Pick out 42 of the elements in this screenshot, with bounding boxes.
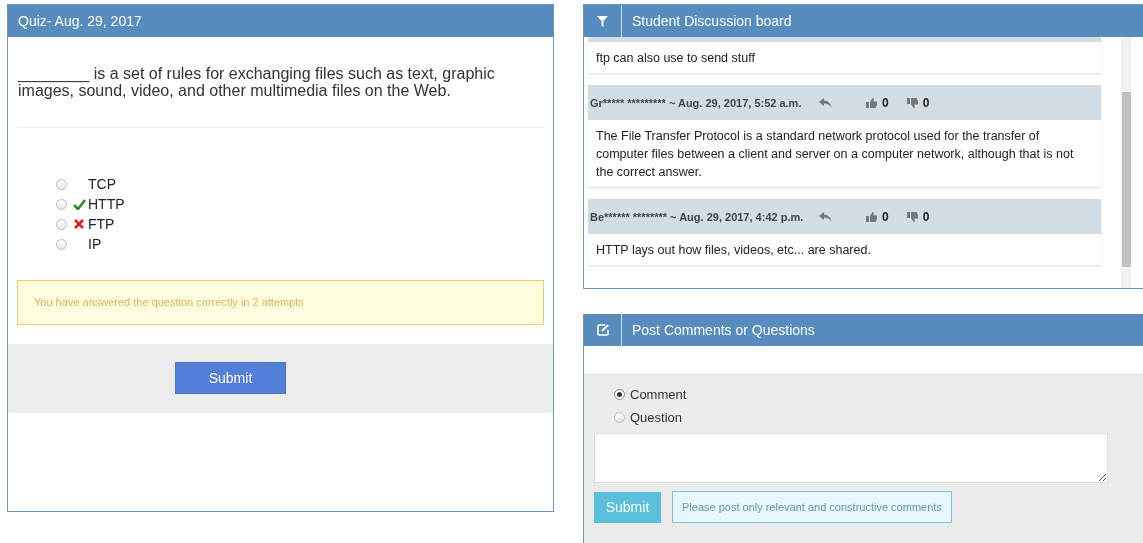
radio-button[interactable] [56,238,67,250]
panel-title: Quiz- Aug. 29, 2017 [17,13,142,29]
reply-icon [819,97,832,108]
edit-icon [596,324,609,336]
filter-icon [597,15,608,27]
panel-title: Post Comments or Questions [631,322,815,338]
notice-message: You have answered the question correctly in 2 attempts [17,280,544,325]
scrollbar-thumb[interactable] [1122,92,1131,267]
hint-message: Please post only relevant and constructive comments [672,491,952,523]
check-icon [72,198,86,210]
panel-title: Student Discussion board [631,13,792,29]
submit-button[interactable]: Submit [594,491,661,523]
reply-icon [819,211,832,222]
submit-button[interactable]: Submit [175,362,286,394]
radio-label: Comment [630,387,687,402]
post-author: Be****** ******** ~ Aug. 29, 2017, 4:42 p.m. [589,210,805,223]
post-text: The File Transfer Protocol is a standard network protocol used for the transfer of computer files between a client and server on a computer network, although that is not the correct answer. [595,128,1075,181]
option-label: FTP [88,216,115,232]
thumbs-up-icon [866,97,877,108]
radio-button[interactable] [614,389,625,400]
comment-field[interactable] [594,433,1108,483]
option-label: HTTP [88,196,125,212]
cross-icon [74,219,84,229]
post-text: HTTP lays out how files, videos, etc... are shared. [595,242,872,259]
post-text: ftp can also use to send stuff [595,50,756,67]
thumbs-down-icon [906,97,918,108]
like-count: 0 [882,209,889,224]
question-text: ________ is a set of rules for exchanging files such as text, graphic images, sound, video, and other multimedia files on the Web. [16,64,496,101]
radio-button[interactable] [56,218,67,230]
radio-button[interactable] [56,198,67,210]
like-count: 0 [882,95,889,110]
dislike-count: 0 [922,95,930,110]
thumbs-up-icon [866,211,877,222]
option-label: TCP [88,176,116,192]
dislike-count: 0 [922,209,930,224]
option-label: IP [88,236,102,252]
radio-button[interactable] [614,412,625,423]
radio-button[interactable] [56,178,67,190]
post-author: Gr***** ********* ~ Aug. 29, 2017, 5:52 a.m. [589,96,803,109]
thumbs-down-icon [906,211,918,222]
radio-label: Question [630,410,683,425]
scrollbar[interactable] [1121,37,1131,288]
